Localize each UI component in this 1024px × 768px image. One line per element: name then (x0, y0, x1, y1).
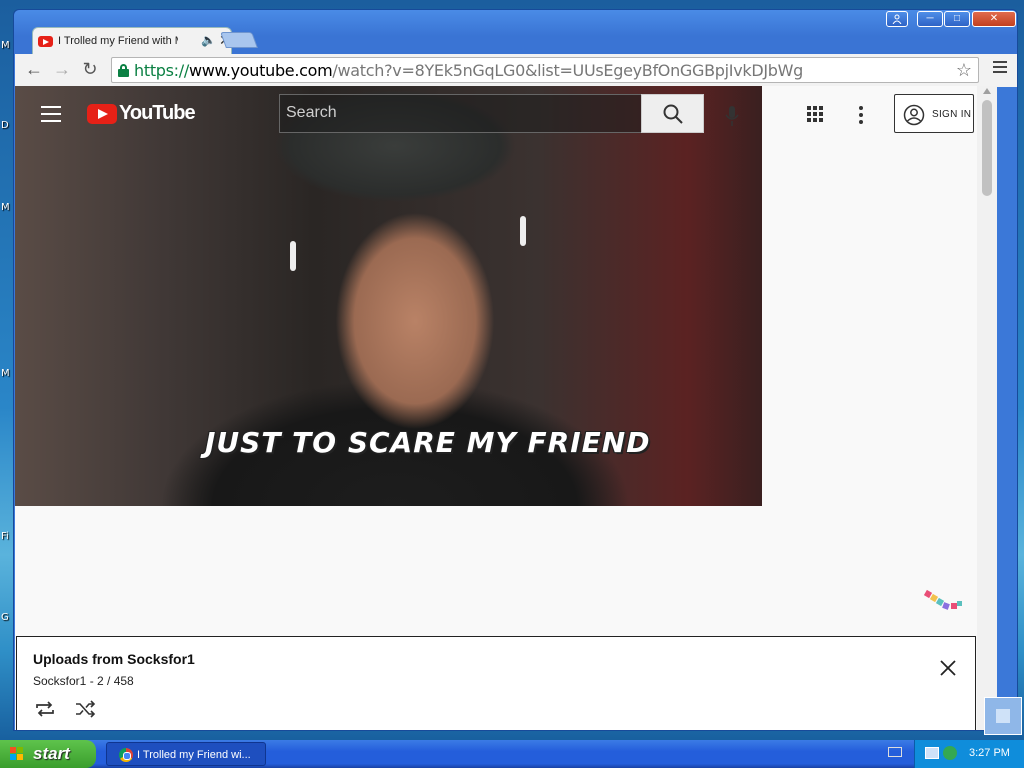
apps-grid-icon[interactable] (807, 106, 823, 122)
search-box (279, 94, 642, 133)
url-text[interactable]: https://www.youtube.com/watch?v=8YEk5nGq… (134, 61, 803, 80)
desktop-icon-label[interactable]: G (1, 612, 9, 623)
hamburger-menu-icon[interactable] (41, 106, 61, 127)
video-player[interactable]: JUST TO SCARE MY FRIEND (15, 86, 762, 506)
desktop-icon-label[interactable]: Fi (1, 531, 9, 542)
close-icon[interactable] (939, 659, 957, 677)
scrollbar-thumb[interactable] (982, 100, 992, 196)
bookmark-star-icon[interactable]: ☆ (956, 60, 972, 81)
youtube-favicon-icon (38, 36, 53, 47)
search-input[interactable] (286, 103, 626, 123)
search-button[interactable] (641, 94, 704, 133)
back-button[interactable]: ← (23, 59, 45, 80)
desktop-icon-label[interactable]: M (1, 40, 10, 51)
clock[interactable]: 3:27 PM (969, 747, 1010, 759)
account-circle-icon (903, 104, 925, 126)
maximize-button[interactable]: □ (944, 11, 970, 27)
tab-title: I Trolled my Friend with M (58, 35, 178, 47)
shuffle-icon[interactable] (75, 700, 97, 718)
page-content: JUST TO SCARE MY FRIEND YouTube SIGN IN (15, 86, 977, 730)
playlist-subtitle[interactable]: Socksfor1 - 2 / 458 (33, 674, 134, 688)
loading-spinner-icon (923, 589, 962, 610)
forward-button[interactable]: → (51, 59, 73, 80)
desktop-icon-label[interactable]: M (1, 368, 10, 379)
desktop-download-icon[interactable] (984, 697, 1022, 735)
address-bar[interactable]: https://www.youtube.com/watch?v=8YEk5nGq… (111, 57, 979, 83)
loop-playlist-icon[interactable] (34, 700, 56, 718)
more-options-icon[interactable] (859, 106, 865, 127)
page-scrollbar[interactable] (977, 86, 997, 730)
video-caption: JUST TO SCARE MY FRIEND (205, 426, 651, 459)
desktop-icon-label[interactable]: M (1, 202, 10, 213)
lock-icon[interactable] (118, 64, 129, 77)
keyboard-icon[interactable] (888, 747, 902, 757)
scroll-up-arrow-icon[interactable] (983, 88, 991, 94)
start-button[interactable]: start (0, 740, 96, 768)
sign-in-button[interactable]: SIGN IN (894, 94, 974, 133)
reload-button[interactable]: ↻ (79, 59, 101, 80)
youtube-logo-text[interactable]: YouTube (119, 102, 196, 125)
taskbar: start I Trolled my Friend wi... 3:27 PM (0, 740, 1024, 768)
chrome-icon (119, 748, 133, 762)
microphone-icon[interactable] (725, 105, 739, 127)
search-icon (663, 104, 683, 124)
start-label: start (33, 744, 70, 763)
profile-button[interactable] (886, 11, 908, 27)
sign-in-label: SIGN IN (932, 109, 972, 120)
youtube-logo-icon[interactable] (87, 104, 117, 124)
security-icon[interactable] (943, 746, 957, 760)
taskbar-item-browser[interactable]: I Trolled my Friend wi... (106, 742, 266, 766)
playlist-panel: Uploads from Socksfor1 Socksfor1 - 2 / 4… (16, 636, 976, 730)
network-icon[interactable] (925, 747, 939, 759)
video-frame-detail (290, 241, 296, 271)
minimize-button[interactable]: ─ (917, 11, 943, 27)
browser-tab[interactable]: I Trolled my Friend with M 🔈 ✕ (32, 27, 232, 54)
desktop-icon-label[interactable]: D (1, 120, 9, 131)
audio-playing-icon[interactable]: 🔈 (201, 33, 216, 47)
title-bar[interactable]: I Trolled my Friend with M 🔈 ✕ ─ □ ✕ (14, 10, 1017, 54)
youtube-masthead: YouTube SIGN IN (15, 86, 977, 142)
video-frame-detail (520, 216, 526, 246)
taskbar-item-label: I Trolled my Friend wi... (137, 749, 251, 761)
system-tray: 3:27 PM (914, 740, 1024, 768)
windows-flag-icon (10, 747, 24, 761)
user-icon (892, 14, 902, 25)
browser-menu-icon[interactable] (993, 61, 1007, 76)
browser-toolbar: ← → ↻ https://www.youtube.com/watch?v=8Y… (15, 54, 1017, 87)
new-tab-button[interactable] (220, 32, 258, 48)
playlist-title[interactable]: Uploads from Socksfor1 (33, 651, 195, 667)
close-window-button[interactable]: ✕ (972, 11, 1016, 27)
